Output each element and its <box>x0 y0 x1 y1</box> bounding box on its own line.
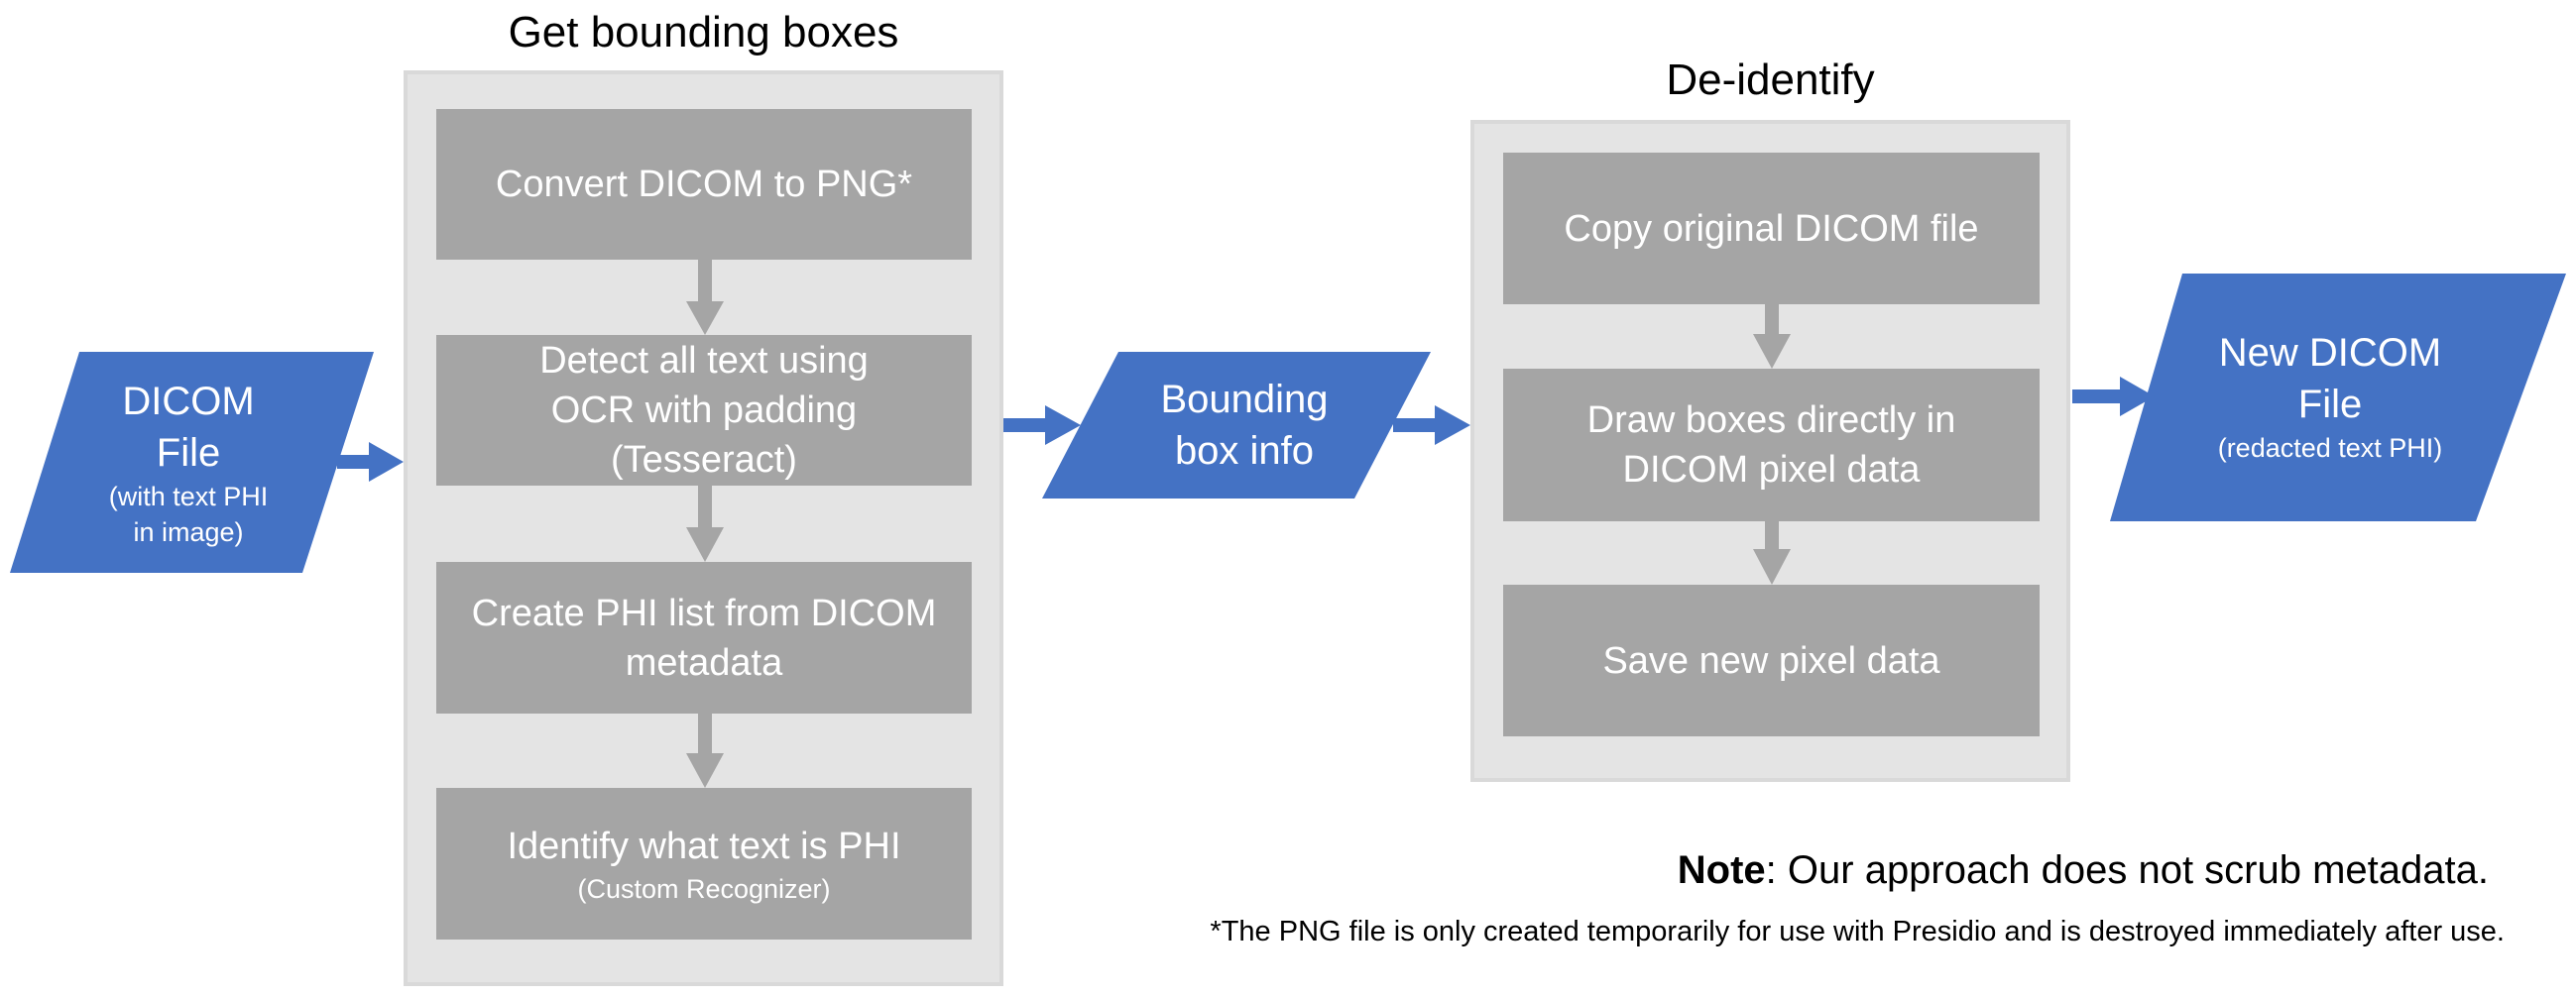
output-sub: (redacted text PHI) <box>2217 433 2443 463</box>
input-title-line1: DICOM <box>122 380 255 423</box>
note-text: : Our approach does not scrub metadata. <box>1765 848 2489 892</box>
step-draw-boxes: Draw boxes directly in DICOM pixel data <box>1503 369 2040 521</box>
arrow-copy-to-draw <box>1753 304 1791 369</box>
input-title-line2: File <box>156 431 221 475</box>
arrow-step3-to-step4 <box>686 714 724 788</box>
bbox-line1: Bounding <box>1160 378 1329 421</box>
output-new-dicom-file: New DICOM File (redacted text PHI) <box>2162 297 2499 496</box>
input-sub-line1: (with text PHI <box>108 482 269 511</box>
arrow-group-to-bbox <box>1003 405 1081 445</box>
arrow-step2-to-step3 <box>686 486 724 562</box>
step-identify-phi: Identify what text is PHI (Custom Recogn… <box>436 788 972 940</box>
step-label: Identify what text is PHI <box>507 825 901 867</box>
arrow-bbox-to-deidentify <box>1393 405 1470 445</box>
step-label: Save new pixel data <box>1602 639 1940 682</box>
arrow-deidentify-to-output <box>2072 377 2155 416</box>
output-title-line1: New DICOM <box>2218 331 2442 375</box>
step-create-phi-list: Create PHI list from DICOM metadata <box>436 562 972 714</box>
step-sublabel: (Custom Recognizer) <box>577 873 831 904</box>
bounding-box-info: Bounding box info <box>1091 367 1398 484</box>
arrow-step1-to-step2 <box>686 260 724 335</box>
note: Note: Our approach does not scrub metada… <box>1678 848 2489 893</box>
arrow-input-to-group <box>337 442 404 482</box>
step-copy-original: Copy original DICOM file <box>1503 153 2040 304</box>
footnote: *The PNG file is only created temporaril… <box>1210 916 2505 947</box>
output-title-line2: File <box>2297 383 2363 426</box>
arrow-draw-to-save <box>1753 521 1791 585</box>
flowchart: Get bounding boxes De-identify DICOM Fil… <box>0 0 2576 999</box>
input-dicom-file: DICOM File (with text PHI in image) <box>40 369 337 557</box>
bbox-line2: box info <box>1174 429 1315 473</box>
step-label: Copy original DICOM file <box>1564 207 1979 250</box>
input-sub-line2: in image) <box>133 517 244 547</box>
note-label: Note <box>1677 848 1766 892</box>
step-label: Create PHI list from DICOM metadata <box>471 592 937 684</box>
step-detect-text-ocr: Detect all text using OCR with padding (… <box>436 335 972 486</box>
step-label: Convert DICOM to PNG* <box>495 164 913 205</box>
step-label: Detect all text using OCR with padding (… <box>539 340 869 481</box>
step-label: Draw boxes directly in DICOM pixel data <box>1586 399 1956 491</box>
step-save-pixel-data: Save new pixel data <box>1503 585 2040 736</box>
step-convert-dicom-to-png: Convert DICOM to PNG* <box>436 109 972 260</box>
